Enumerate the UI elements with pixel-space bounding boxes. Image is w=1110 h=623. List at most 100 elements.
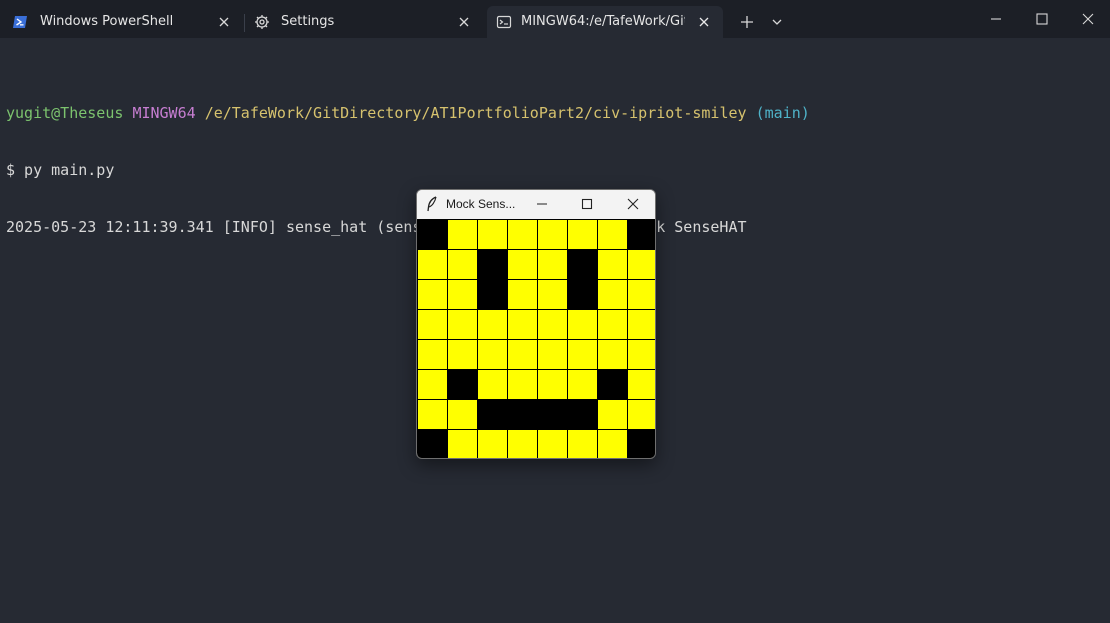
chevron-down-icon[interactable]: [767, 12, 787, 32]
tab-mingw64[interactable]: MINGW64:/e/TafeWork/GitDir: [487, 6, 723, 38]
tab-label: Settings: [281, 14, 335, 29]
led-pixel: [628, 340, 655, 369]
led-pixel: [478, 400, 507, 429]
led-pixel: [448, 400, 477, 429]
mock-sensehat-window[interactable]: Mock Sens...: [416, 189, 656, 459]
led-pixel: [418, 400, 447, 429]
led-pixel: [598, 220, 627, 249]
led-pixel: [628, 400, 655, 429]
close-icon: [1082, 13, 1094, 25]
terminal-output[interactable]: yugit@Theseus MINGW64 /e/TafeWork/GitDir…: [6, 66, 810, 275]
led-pixel: [538, 310, 567, 339]
tab-label: Windows PowerShell: [40, 14, 174, 29]
led-pixel: [568, 250, 597, 279]
led-pixel: [598, 400, 627, 429]
led-pixel: [478, 280, 507, 309]
minimize-button[interactable]: [972, 0, 1018, 38]
prompt-host: MINGW64: [132, 104, 196, 122]
led-pixel: [418, 340, 447, 369]
led-pixel: [448, 280, 477, 309]
led-pixel: [628, 310, 655, 339]
led-pixel: [538, 430, 567, 458]
led-pixel: [508, 400, 537, 429]
led-pixel: [478, 250, 507, 279]
led-pixel: [568, 370, 597, 399]
led-pixel: [628, 280, 655, 309]
minimize-icon: [991, 18, 1001, 20]
led-pixel: [418, 370, 447, 399]
led-pixel: [448, 430, 477, 458]
plus-icon[interactable]: [737, 12, 757, 32]
led-pixel: [448, 220, 477, 249]
led-pixel: [568, 280, 597, 309]
mock-window-titlebar[interactable]: Mock Sens...: [417, 190, 655, 219]
led-pixel: [598, 280, 627, 309]
led-pixel: [478, 340, 507, 369]
terminal-window: Windows PowerShell Settings MINGW64:/e/T…: [0, 0, 1110, 623]
led-pixel: [478, 430, 507, 458]
led-pixel: [448, 340, 477, 369]
prompt-branch: (main): [755, 104, 810, 122]
led-pixel: [508, 250, 537, 279]
maximize-icon: [1036, 13, 1048, 25]
led-pixel: [448, 310, 477, 339]
led-pixel: [538, 280, 567, 309]
led-pixel: [538, 220, 567, 249]
led-pixel: [508, 430, 537, 458]
led-pixel: [478, 310, 507, 339]
log-line: 2025-05-23 12:11:39.341 [INFO] sense_hat…: [6, 218, 747, 236]
close-icon[interactable]: [696, 14, 712, 30]
tab-label: MINGW64:/e/TafeWork/GitDir: [521, 14, 685, 29]
led-pixel: [418, 310, 447, 339]
led-pixel: [448, 370, 477, 399]
led-pixel: [628, 430, 655, 458]
minimize-icon[interactable]: [534, 196, 550, 212]
terminal-icon: [496, 15, 512, 29]
mock-window-title: Mock Sens...: [446, 197, 516, 211]
led-pixel: [478, 220, 507, 249]
led-pixel: [418, 220, 447, 249]
maximize-button[interactable]: [1018, 0, 1064, 38]
maximize-icon[interactable]: [579, 196, 595, 212]
powershell-icon: [13, 16, 27, 28]
led-pixel: [448, 250, 477, 279]
led-pixel: [538, 370, 567, 399]
prompt-path: /e/TafeWork/GitDirectory/AT1PortfolioPar…: [204, 104, 747, 122]
led-pixel: [598, 370, 627, 399]
led-pixel: [418, 250, 447, 279]
led-pixel: [568, 400, 597, 429]
close-window-button[interactable]: [1064, 0, 1110, 38]
tab-bar: Windows PowerShell Settings MINGW64:/e/T…: [0, 0, 1110, 38]
led-pixel: [538, 400, 567, 429]
led-pixel: [568, 430, 597, 458]
close-icon[interactable]: [625, 196, 641, 212]
led-pixel: [568, 220, 597, 249]
feather-icon: [427, 196, 437, 212]
led-pixel: [538, 250, 567, 279]
led-pixel: [418, 280, 447, 309]
led-pixel: [508, 370, 537, 399]
led-pixel: [568, 310, 597, 339]
gear-icon: [255, 15, 269, 29]
led-pixel: [598, 310, 627, 339]
led-pixel: [478, 370, 507, 399]
led-pixel: [598, 250, 627, 279]
led-pixel: [628, 220, 655, 249]
led-matrix: [417, 219, 655, 458]
close-icon[interactable]: [456, 14, 472, 30]
led-pixel: [568, 340, 597, 369]
tab-windows-powershell[interactable]: Windows PowerShell: [0, 6, 244, 38]
led-pixel: [508, 340, 537, 369]
tab-settings[interactable]: Settings: [244, 6, 484, 38]
led-pixel: [628, 250, 655, 279]
prompt-line: yugit@Theseus MINGW64 /e/TafeWork/GitDir…: [6, 104, 810, 123]
led-pixel: [628, 370, 655, 399]
led-pixel: [598, 340, 627, 369]
led-pixel: [508, 310, 537, 339]
command-line: $ py main.py: [6, 161, 115, 179]
close-icon[interactable]: [216, 14, 232, 30]
led-pixel: [508, 280, 537, 309]
led-pixel: [538, 340, 567, 369]
led-pixel: [508, 220, 537, 249]
led-pixel: [418, 430, 447, 458]
